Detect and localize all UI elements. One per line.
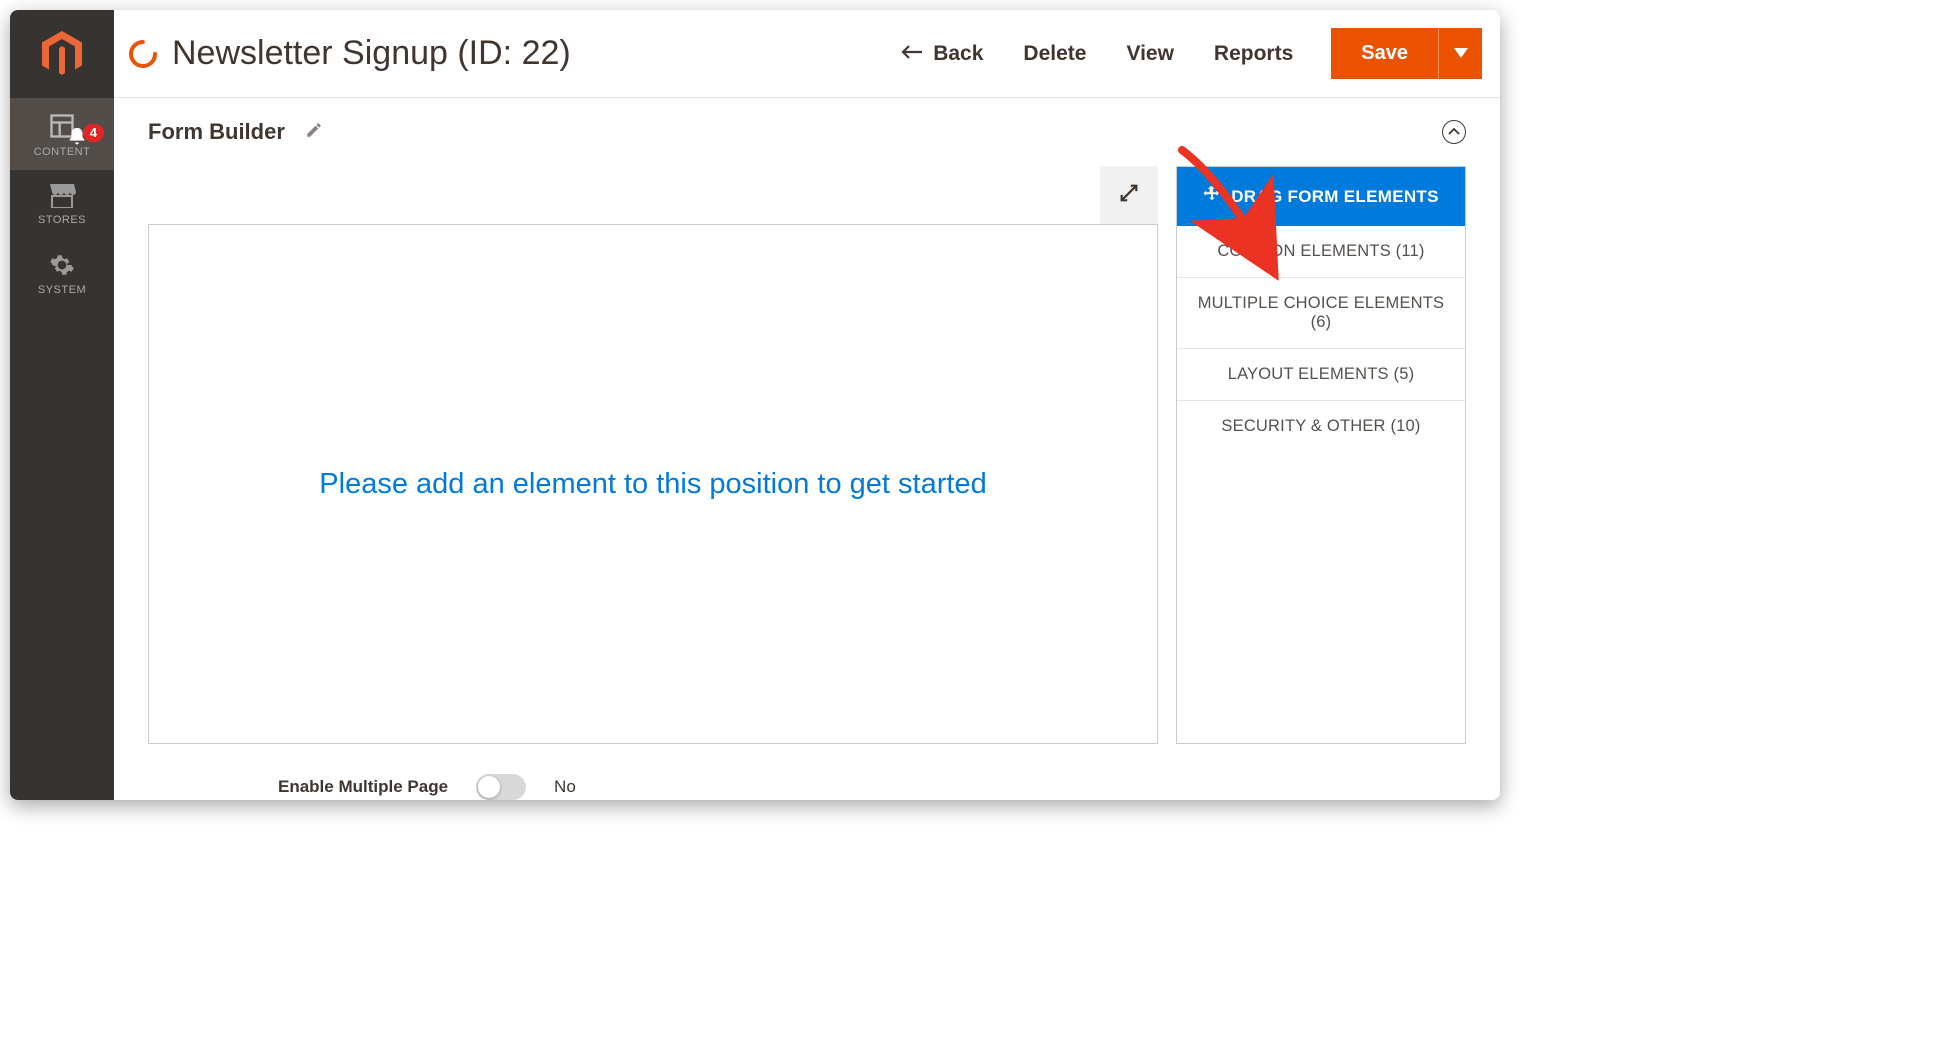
- sidebar-item-system[interactable]: SYSTEM: [10, 238, 114, 308]
- element-category-security[interactable]: SECURITY & OTHER (10): [1177, 401, 1465, 452]
- chevron-up-icon: [1448, 123, 1460, 141]
- admin-sidebar: CONTENT 4 STORES: [10, 10, 114, 800]
- multi-page-value: No: [554, 777, 576, 797]
- save-button[interactable]: Save: [1331, 28, 1438, 79]
- magento-logo[interactable]: [10, 10, 114, 98]
- stores-icon: [48, 184, 76, 208]
- view-button[interactable]: View: [1106, 32, 1193, 76]
- multi-page-toggle[interactable]: [476, 774, 526, 800]
- elements-panel: DRAG FORM ELEMENTS COMMON ELEMENTS (11) …: [1176, 166, 1466, 744]
- form-footer: Enable Multiple Page No: [148, 744, 1466, 800]
- delete-label: Delete: [1023, 42, 1086, 66]
- triangle-down-icon: [1454, 46, 1468, 61]
- multi-page-label: Enable Multiple Page: [278, 777, 448, 797]
- view-label: View: [1126, 42, 1173, 66]
- canvas-placeholder-text: Please add an element to this position t…: [319, 468, 986, 501]
- reports-label: Reports: [1214, 42, 1293, 66]
- element-category-layout[interactable]: LAYOUT ELEMENTS (5): [1177, 349, 1465, 401]
- element-category-common[interactable]: COMMON ELEMENTS (11): [1177, 226, 1465, 278]
- element-category-multiple-choice[interactable]: MULTIPLE CHOICE ELEMENTS (6): [1177, 278, 1465, 349]
- system-icon: [49, 252, 75, 278]
- notification-badge[interactable]: 4: [83, 124, 104, 142]
- section-title: Form Builder: [148, 119, 285, 145]
- sidebar-item-label: STORES: [38, 214, 86, 226]
- form-canvas[interactable]: Please add an element to this position t…: [148, 224, 1158, 744]
- save-button-group: Save: [1331, 28, 1482, 79]
- reports-button[interactable]: Reports: [1194, 32, 1313, 76]
- canvas-column: Please add an element to this position t…: [148, 166, 1158, 744]
- pencil-icon[interactable]: [305, 121, 323, 144]
- sidebar-item-content[interactable]: CONTENT 4: [10, 98, 114, 170]
- expand-icon: [1118, 182, 1140, 209]
- back-button[interactable]: Back: [881, 32, 1003, 76]
- form-builder-section: Form Builder: [114, 98, 1500, 800]
- main-content: Newsletter Signup (ID: 22) Back Delete V…: [114, 10, 1500, 800]
- elements-panel-title: DRAG FORM ELEMENTS: [1231, 187, 1439, 207]
- delete-button[interactable]: Delete: [1003, 32, 1106, 76]
- page-title: Newsletter Signup (ID: 22): [172, 34, 571, 73]
- section-header: Form Builder: [148, 112, 1466, 152]
- save-dropdown-toggle[interactable]: [1438, 28, 1482, 79]
- arrow-left-icon: [901, 42, 923, 66]
- move-icon: [1203, 185, 1221, 208]
- fullscreen-button[interactable]: [1100, 166, 1158, 224]
- page-header: Newsletter Signup (ID: 22) Back Delete V…: [114, 10, 1500, 98]
- sidebar-item-stores[interactable]: STORES: [10, 170, 114, 238]
- sidebar-item-label: SYSTEM: [38, 284, 86, 296]
- collapse-toggle[interactable]: [1442, 120, 1466, 144]
- elements-panel-header: DRAG FORM ELEMENTS: [1177, 167, 1465, 226]
- loading-spinner-icon: [128, 39, 158, 69]
- back-label: Back: [933, 42, 983, 66]
